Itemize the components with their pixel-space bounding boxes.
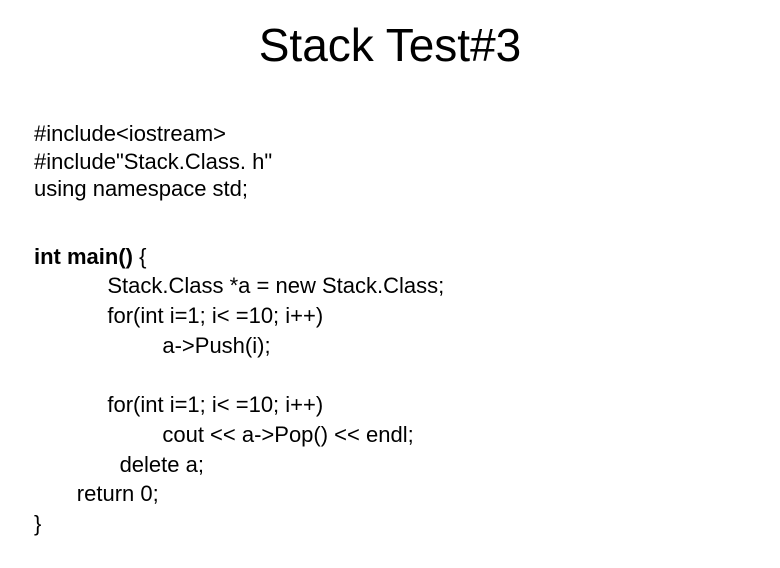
code-line-7: cout << a->Pop() << endl;	[34, 422, 414, 447]
slide: Stack Test#3 #include<iostream> #include…	[0, 0, 780, 540]
main-signature-bold: int main()	[34, 244, 133, 269]
include-line-1: #include<iostream>	[34, 120, 272, 148]
include-line-3: using namespace std;	[34, 175, 272, 203]
code-line-9: return 0;	[34, 481, 159, 506]
code-block: int main() { Stack.Class *a = new Stack.…	[34, 212, 444, 568]
main-signature: int main() {	[34, 244, 146, 269]
code-line-4: a->Push(i);	[34, 333, 271, 358]
includes-block: #include<iostream> #include"Stack.Class.…	[34, 120, 272, 203]
code-line-3: for(int i=1; i< =10; i++)	[34, 303, 323, 328]
code-line-8: delete a;	[34, 452, 204, 477]
code-line-6: for(int i=1; i< =10; i++)	[34, 392, 323, 417]
main-brace: {	[133, 244, 146, 269]
slide-title: Stack Test#3	[0, 18, 780, 72]
code-line-10: }	[34, 511, 41, 536]
include-line-2: #include"Stack.Class. h"	[34, 148, 272, 176]
code-line-2: Stack.Class *a = new Stack.Class;	[34, 273, 444, 298]
